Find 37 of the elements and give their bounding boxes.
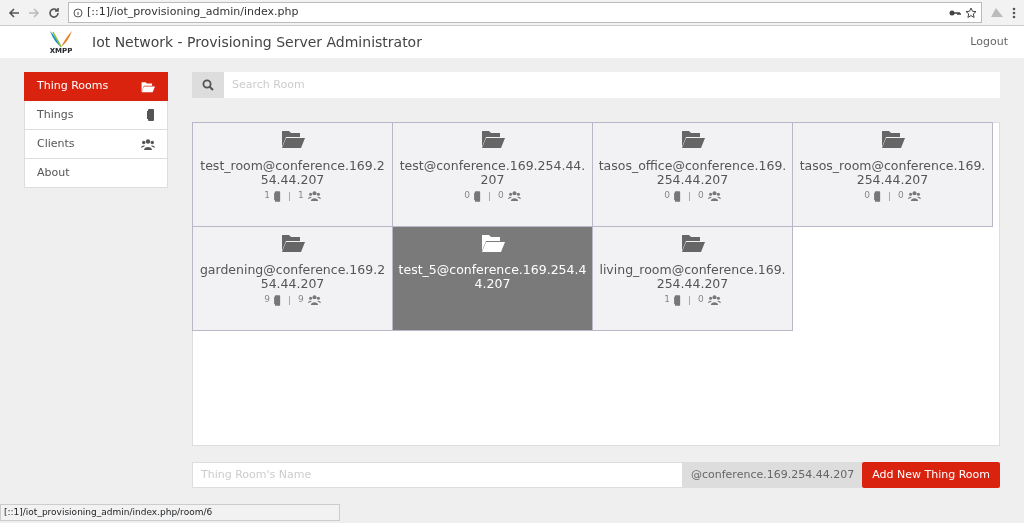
room-tile[interactable]: test_5@conference.169.254.44.207 bbox=[392, 226, 593, 331]
room-tile[interactable]: tasos_room@conference.169.254.44.207 0 0 bbox=[792, 122, 993, 227]
room-tile[interactable]: tasos_office@conference.169.254.44.207 0 0 bbox=[592, 122, 793, 227]
status-url: [::1]/iot_provisioning_admin/index.php/room/6 bbox=[0, 504, 340, 521]
sidebar-item[interactable]: Things bbox=[24, 101, 168, 130]
sidebar-item[interactable]: Thing Rooms bbox=[24, 72, 168, 101]
room-tile[interactable]: test_room@conference.169.254.44.207 1 1 bbox=[192, 122, 393, 227]
things-count: 1 bbox=[664, 295, 670, 305]
things-count: 0 bbox=[664, 191, 670, 201]
room-tile[interactable]: living_room@conference.169.254.44.207 1 0 bbox=[592, 226, 793, 331]
room-name: gardening@conference.169.254.44.207 bbox=[198, 263, 387, 291]
clients-count: 0 bbox=[498, 191, 504, 201]
room-name: tasos_office@conference.169.254.44.207 bbox=[597, 159, 788, 187]
room-tile[interactable]: gardening@conference.169.254.44.207 9 9 bbox=[192, 226, 393, 331]
domain-suffix: @conference.169.254.44.207 bbox=[683, 462, 863, 488]
things-count: 0 bbox=[464, 191, 470, 201]
room-tile[interactable]: test@conference.169.254.44.207 0 0 bbox=[392, 122, 593, 227]
clients-count: 0 bbox=[698, 191, 704, 201]
clients-count: 0 bbox=[698, 295, 704, 305]
app-title: Iot Network - Provisioning Server Administrator bbox=[92, 32, 422, 52]
url-text: [::1]/iot_provisioning_admin/index.php bbox=[87, 4, 299, 21]
things-count: 0 bbox=[864, 191, 870, 201]
things-count: 1 bbox=[264, 191, 270, 201]
clients-count: 1 bbox=[298, 191, 304, 201]
address-bar[interactable]: [::1]/iot_provisioning_admin/index.php bbox=[68, 2, 982, 23]
room-name: test_5@conference.169.254.44.207 bbox=[397, 263, 588, 291]
clients-count: 9 bbox=[298, 295, 304, 305]
room-name: living_room@conference.169.254.44.207 bbox=[598, 263, 787, 291]
clients-count: 0 bbox=[898, 191, 904, 201]
add-room-button[interactable]: Add New Thing Room bbox=[862, 462, 1000, 488]
room-name: test@conference.169.254.44.207 bbox=[398, 159, 587, 187]
things-count: 9 bbox=[264, 295, 270, 305]
room-name: test_room@conference.169.254.44.207 bbox=[199, 159, 386, 187]
sidebar-item[interactable]: About bbox=[24, 159, 168, 188]
logout-link[interactable]: Logout bbox=[970, 33, 1008, 51]
sidebar-item[interactable]: Clients bbox=[24, 130, 168, 159]
room-name: tasos_room@conference.169.254.44.207 bbox=[798, 159, 987, 187]
